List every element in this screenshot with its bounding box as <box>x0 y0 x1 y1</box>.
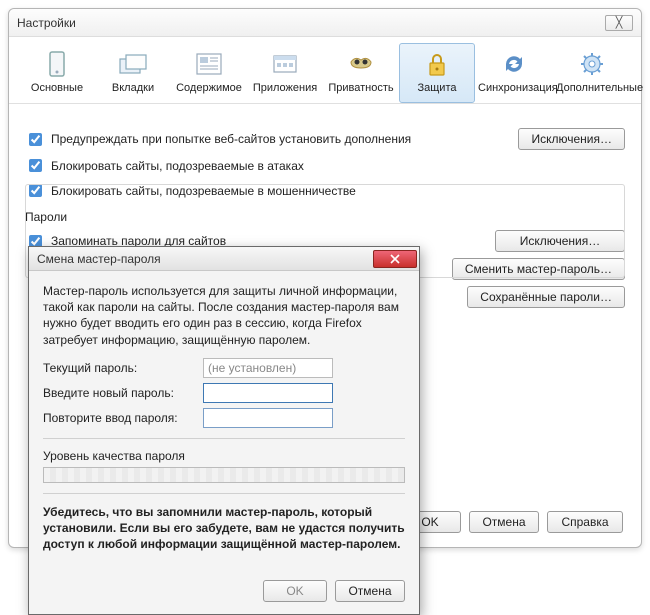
password-quality-label: Уровень качества пароля <box>43 449 405 463</box>
change-master-password-dialog: Смена мастер-пароля Мастер-пароль исполь… <box>28 246 420 615</box>
dialog-intro-text: Мастер-пароль используется для защиты ли… <box>43 283 405 348</box>
tab-sync[interactable]: Синхронизация <box>475 43 553 103</box>
category-toolbar: Основные Вкладки Содержимое Приложения П… <box>9 37 641 104</box>
window-title: Настройки <box>17 16 605 30</box>
tab-applications[interactable]: Приложения <box>247 43 323 103</box>
block-fraud-input[interactable] <box>29 184 42 197</box>
dialog-close-button[interactable] <box>373 250 417 268</box>
password-quality-meter <box>43 467 405 483</box>
passwords-exceptions-button[interactable]: Исключения… <box>495 230 625 252</box>
block-fraud-checkbox[interactable]: Блокировать сайты, подозреваемые в мошен… <box>25 181 356 200</box>
passwords-heading: Пароли <box>25 210 625 224</box>
repeat-password-field[interactable] <box>203 408 333 428</box>
tab-tabs[interactable]: Вкладки <box>95 43 171 103</box>
addons-exceptions-button[interactable]: Исключения… <box>518 128 625 150</box>
content-icon <box>193 50 225 78</box>
close-icon: ╳ <box>616 16 623 29</box>
settings-footer-buttons: OK Отмена Справка <box>399 511 623 533</box>
saved-passwords-button[interactable]: Сохранённые пароли… <box>467 286 625 308</box>
tab-privacy[interactable]: Приватность <box>323 43 399 103</box>
settings-help-button[interactable]: Справка <box>547 511 623 533</box>
current-password-label: Текущий пароль: <box>43 361 203 375</box>
block-attack-checkbox[interactable]: Блокировать сайты, подозреваемые в атака… <box>25 156 304 175</box>
dialog-warning-text: Убедитесь, что вы запомнили мастер-парол… <box>43 504 405 553</box>
dialog-ok-button[interactable]: OK <box>263 580 327 602</box>
applications-icon <box>269 50 301 78</box>
block-attack-input[interactable] <box>29 159 42 172</box>
dialog-titlebar: Смена мастер-пароля <box>29 247 419 271</box>
tab-general[interactable]: Основные <box>19 43 95 103</box>
tab-security[interactable]: Защита <box>399 43 475 103</box>
tab-content[interactable]: Содержимое <box>171 43 247 103</box>
titlebar: Настройки ╳ <box>9 9 641 37</box>
repeat-password-label: Повторите ввод пароля: <box>43 411 203 425</box>
sync-icon <box>498 50 530 78</box>
warn-addons-input[interactable] <box>29 133 42 146</box>
current-password-field <box>203 358 333 378</box>
close-icon <box>390 254 400 264</box>
lock-icon <box>421 50 453 78</box>
window-close-button[interactable]: ╳ <box>605 15 633 31</box>
dialog-buttons: OK Отмена <box>29 572 419 614</box>
dialog-title: Смена мастер-пароля <box>37 252 373 266</box>
tabs-icon <box>117 50 149 78</box>
general-icon <box>41 50 73 78</box>
new-password-field[interactable] <box>203 383 333 403</box>
settings-cancel-button[interactable]: Отмена <box>469 511 539 533</box>
warn-addons-checkbox[interactable]: Предупреждать при попытке веб-сайтов уст… <box>25 130 411 149</box>
tab-advanced[interactable]: Дополнительные <box>553 43 631 103</box>
new-password-label: Введите новый пароль: <box>43 386 203 400</box>
change-master-password-button[interactable]: Сменить мастер-пароль… <box>452 258 625 280</box>
dialog-cancel-button[interactable]: Отмена <box>335 580 405 602</box>
gear-icon <box>576 50 608 78</box>
privacy-icon <box>345 50 377 78</box>
dialog-body: Мастер-пароль используется для защиты ли… <box>29 271 419 572</box>
